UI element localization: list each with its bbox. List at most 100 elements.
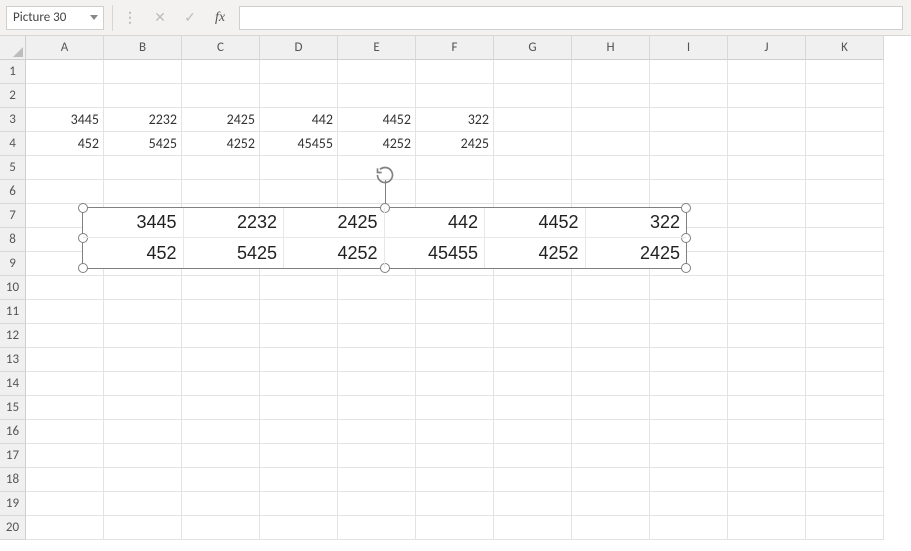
- cell-B4[interactable]: 5425: [104, 132, 182, 156]
- column-header-J[interactable]: J: [728, 36, 806, 60]
- cell-J5[interactable]: [728, 156, 806, 180]
- cell-G1[interactable]: [494, 60, 572, 84]
- cell-J2[interactable]: [728, 84, 806, 108]
- cell-K6[interactable]: [806, 180, 884, 204]
- cell-A2[interactable]: [26, 84, 104, 108]
- cell-J3[interactable]: [728, 108, 806, 132]
- cell-I4[interactable]: [650, 132, 728, 156]
- cell-C19[interactable]: [182, 492, 260, 516]
- cell-E3[interactable]: 4452: [338, 108, 416, 132]
- cell-F4[interactable]: 2425: [416, 132, 494, 156]
- cell-I3[interactable]: [650, 108, 728, 132]
- cell-G5[interactable]: [494, 156, 572, 180]
- cell-J13[interactable]: [728, 348, 806, 372]
- cell-B6[interactable]: [104, 180, 182, 204]
- cell-B16[interactable]: [104, 420, 182, 444]
- cell-C10[interactable]: [182, 276, 260, 300]
- cell-A3[interactable]: 3445: [26, 108, 104, 132]
- cell-C18[interactable]: [182, 468, 260, 492]
- column-header-I[interactable]: I: [650, 36, 728, 60]
- cell-J1[interactable]: [728, 60, 806, 84]
- cell-D16[interactable]: [260, 420, 338, 444]
- cell-G10[interactable]: [494, 276, 572, 300]
- cell-K5[interactable]: [806, 156, 884, 180]
- row-header-17[interactable]: 17: [0, 444, 26, 468]
- spreadsheet-grid[interactable]: ABCDEFGHIJK12334452232242544244523224452…: [0, 36, 911, 540]
- cell-H13[interactable]: [572, 348, 650, 372]
- row-header-2[interactable]: 2: [0, 84, 26, 108]
- cell-J8[interactable]: [728, 228, 806, 252]
- cell-C14[interactable]: [182, 372, 260, 396]
- cell-I20[interactable]: [650, 516, 728, 540]
- cell-D13[interactable]: [260, 348, 338, 372]
- cell-C2[interactable]: [182, 84, 260, 108]
- column-header-D[interactable]: D: [260, 36, 338, 60]
- cell-E10[interactable]: [338, 276, 416, 300]
- cell-K9[interactable]: [806, 252, 884, 276]
- cell-J7[interactable]: [728, 204, 806, 228]
- cell-F3[interactable]: 322: [416, 108, 494, 132]
- cell-E14[interactable]: [338, 372, 416, 396]
- cell-G12[interactable]: [494, 324, 572, 348]
- cell-B11[interactable]: [104, 300, 182, 324]
- cell-E18[interactable]: [338, 468, 416, 492]
- cell-B10[interactable]: [104, 276, 182, 300]
- cell-H11[interactable]: [572, 300, 650, 324]
- insert-function-menu-icon[interactable]: ⋮: [115, 6, 145, 30]
- cell-G20[interactable]: [494, 516, 572, 540]
- picture-object[interactable]: 3445223224254424452322452542542524545542…: [82, 207, 687, 269]
- row-header-4[interactable]: 4: [0, 132, 26, 156]
- cell-F17[interactable]: [416, 444, 494, 468]
- cell-E12[interactable]: [338, 324, 416, 348]
- cell-I12[interactable]: [650, 324, 728, 348]
- cell-I18[interactable]: [650, 468, 728, 492]
- cell-E16[interactable]: [338, 420, 416, 444]
- cell-A14[interactable]: [26, 372, 104, 396]
- cell-B18[interactable]: [104, 468, 182, 492]
- cell-D4[interactable]: 45455: [260, 132, 338, 156]
- cell-D15[interactable]: [260, 396, 338, 420]
- cell-C5[interactable]: [182, 156, 260, 180]
- cell-A20[interactable]: [26, 516, 104, 540]
- cell-G19[interactable]: [494, 492, 572, 516]
- cell-I6[interactable]: [650, 180, 728, 204]
- row-header-13[interactable]: 13: [0, 348, 26, 372]
- cell-A12[interactable]: [26, 324, 104, 348]
- fx-icon[interactable]: fx: [205, 6, 235, 30]
- cell-G6[interactable]: [494, 180, 572, 204]
- cell-G13[interactable]: [494, 348, 572, 372]
- cell-A15[interactable]: [26, 396, 104, 420]
- cell-K12[interactable]: [806, 324, 884, 348]
- cell-E13[interactable]: [338, 348, 416, 372]
- cell-A18[interactable]: [26, 468, 104, 492]
- cell-G16[interactable]: [494, 420, 572, 444]
- cell-J11[interactable]: [728, 300, 806, 324]
- cell-D3[interactable]: 442: [260, 108, 338, 132]
- cell-D20[interactable]: [260, 516, 338, 540]
- cell-I5[interactable]: [650, 156, 728, 180]
- cell-A5[interactable]: [26, 156, 104, 180]
- cell-H19[interactable]: [572, 492, 650, 516]
- cell-H16[interactable]: [572, 420, 650, 444]
- cell-K20[interactable]: [806, 516, 884, 540]
- cell-B13[interactable]: [104, 348, 182, 372]
- cell-E15[interactable]: [338, 396, 416, 420]
- cell-D5[interactable]: [260, 156, 338, 180]
- cell-B19[interactable]: [104, 492, 182, 516]
- cell-K14[interactable]: [806, 372, 884, 396]
- column-header-B[interactable]: B: [104, 36, 182, 60]
- row-header-5[interactable]: 5: [0, 156, 26, 180]
- cell-I13[interactable]: [650, 348, 728, 372]
- cell-H6[interactable]: [572, 180, 650, 204]
- cell-A13[interactable]: [26, 348, 104, 372]
- row-header-8[interactable]: 8: [0, 228, 26, 252]
- cell-H12[interactable]: [572, 324, 650, 348]
- rotate-handle-icon[interactable]: [374, 164, 396, 186]
- row-header-16[interactable]: 16: [0, 420, 26, 444]
- cell-A6[interactable]: [26, 180, 104, 204]
- cell-F20[interactable]: [416, 516, 494, 540]
- cell-H14[interactable]: [572, 372, 650, 396]
- name-box[interactable]: Picture 30: [6, 6, 104, 30]
- cell-J9[interactable]: [728, 252, 806, 276]
- cell-G15[interactable]: [494, 396, 572, 420]
